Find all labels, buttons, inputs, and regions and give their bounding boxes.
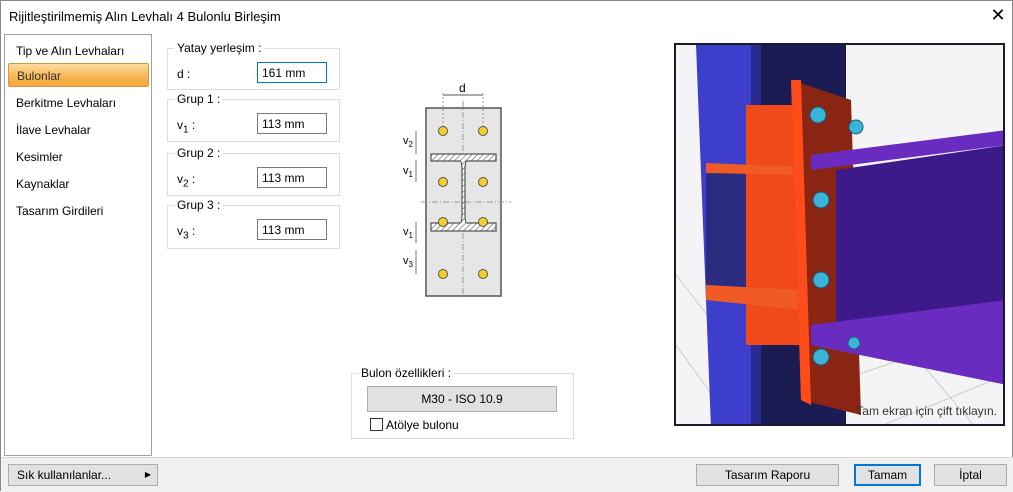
v2-input[interactable]: [257, 167, 327, 188]
favorites-button[interactable]: Sık kullanılanlar... ▶: [8, 464, 158, 486]
sidebar-item-ilave[interactable]: İlave Levhalar: [8, 118, 149, 142]
horizontal-group: Yatay yerleşim : d :: [167, 41, 340, 90]
group-legend: Yatay yerleşim :: [174, 41, 265, 55]
field-label: v2 :: [177, 172, 196, 190]
sidebar: Tip ve Alın Levhaları Bulonlar Berkitme …: [4, 34, 152, 456]
design-report-button[interactable]: Tasarım Raporu: [696, 464, 839, 486]
svg-text:v1: v1: [403, 226, 414, 240]
group-legend: Bulon özellikleri :: [358, 366, 455, 380]
bolt-type-button[interactable]: M30 - ISO 10.9: [367, 386, 557, 412]
bolt-layout-diagram: d v2 v1 v1 v3: [403, 81, 511, 299]
footer-bar: Sık kullanılanlar... ▶ Tasarım Raporu Tam…: [1, 457, 1013, 492]
cancel-button[interactable]: İptal: [934, 464, 1007, 486]
svg-text:v2: v2: [403, 135, 414, 149]
svg-text:v1: v1: [403, 165, 414, 179]
group-legend: Grup 1 :: [174, 92, 224, 106]
field-label: v1 :: [177, 118, 196, 136]
fullscreen-hint: Tam ekran için çift tıklayın.: [856, 404, 997, 418]
group-1: Grup 1 : v1 :: [167, 92, 340, 142]
3d-model-render: [676, 45, 1003, 424]
shop-bolt-label: Atölye bulonu: [386, 418, 459, 432]
ok-button[interactable]: Tamam: [854, 464, 921, 486]
sidebar-item-bulonlar[interactable]: Bulonlar: [8, 63, 149, 87]
field-label: d :: [177, 67, 191, 81]
group-3: Grup 3 : v3 :: [167, 198, 340, 249]
svg-text:v3: v3: [403, 255, 414, 269]
window-title: Rijitleştirilmemiş Alın Levhalı 4 Bulonl…: [9, 9, 281, 24]
group-legend: Grup 3 :: [174, 198, 224, 212]
sidebar-item-tip[interactable]: Tip ve Alın Levhaları: [8, 39, 149, 63]
v3-input[interactable]: [257, 219, 327, 240]
sidebar-item-kesimler[interactable]: Kesimler: [8, 145, 149, 169]
3d-preview[interactable]: Tam ekran için çift tıklayın.: [674, 43, 1005, 426]
field-label: v3 :: [177, 224, 196, 242]
favorites-label: Sık kullanılanlar...: [17, 468, 112, 482]
d-dim-label: d: [459, 81, 466, 95]
d-input[interactable]: [257, 62, 327, 83]
group-2: Grup 2 : v2 :: [167, 146, 340, 196]
chevron-right-icon: ▶: [144, 470, 151, 479]
sidebar-item-kaynaklar[interactable]: Kaynaklar: [8, 172, 149, 196]
bolt-properties-group: Bulon özellikleri : M30 - ISO 10.9 Atöly…: [351, 366, 574, 439]
shop-bolt-checkbox[interactable]: [370, 418, 383, 431]
close-icon[interactable]: ✕: [987, 4, 1009, 26]
v1-input[interactable]: [257, 113, 327, 134]
sidebar-item-tasarim-girdileri[interactable]: Tasarım Girdileri: [8, 199, 149, 223]
sidebar-item-berkitme[interactable]: Berkitme Levhaları: [8, 91, 149, 115]
group-legend: Grup 2 :: [174, 146, 224, 160]
